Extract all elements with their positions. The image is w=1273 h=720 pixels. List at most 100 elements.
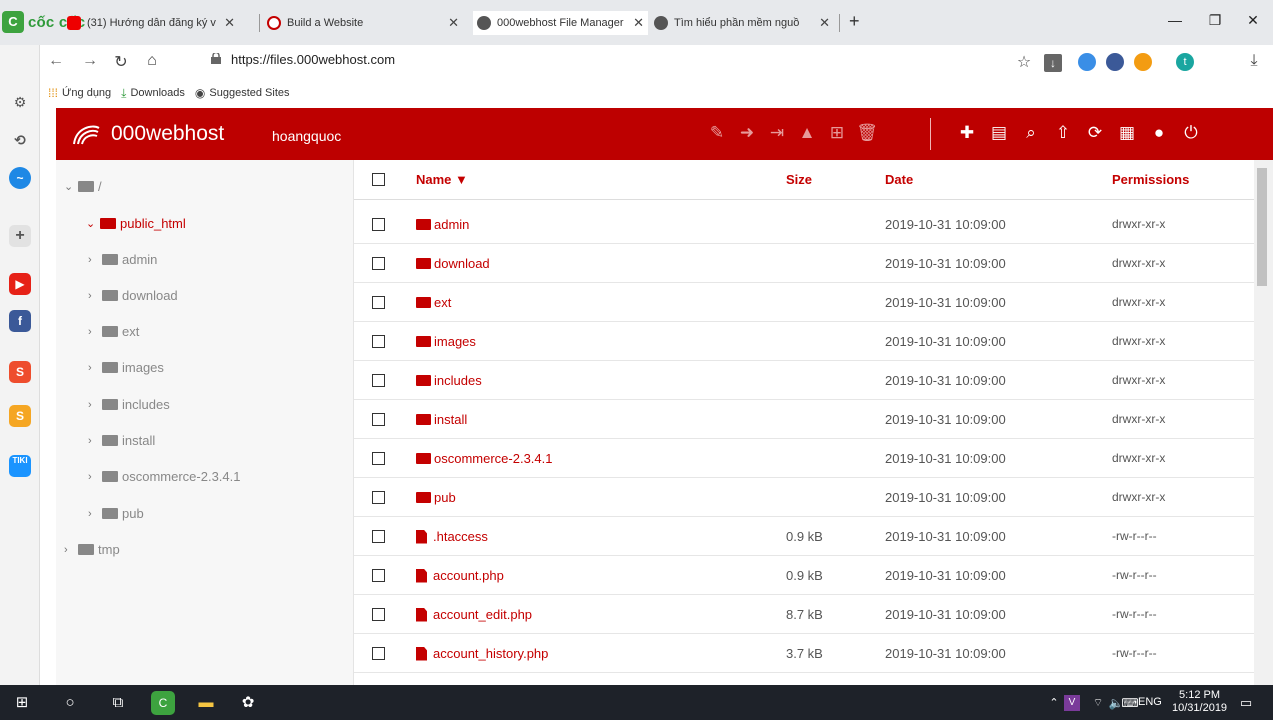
tab-build-website[interactable]: Build a Website ✕	[267, 11, 463, 35]
close-icon[interactable]: ✕	[444, 15, 463, 31]
globe-icon[interactable]: ●	[1148, 122, 1170, 144]
file-name[interactable]: pub	[416, 490, 456, 505]
file-name[interactable]: .htaccess	[416, 529, 488, 544]
file-name[interactable]: download	[416, 256, 490, 271]
table-row[interactable]: install 2019-10-31 10:09:00 drwxr-xr-x	[354, 400, 1254, 439]
tree-item-pub[interactable]: › pub	[88, 506, 144, 521]
tree-item-download[interactable]: › download	[88, 288, 178, 303]
table-row[interactable]: account_history.php 3.7 kB 2019-10-31 10:0…	[354, 634, 1254, 673]
new-file-icon[interactable]: ✚	[956, 122, 978, 144]
table-row[interactable]: pub 2019-10-31 10:09:00 drwxr-xr-x	[354, 478, 1254, 517]
tree-item-ext[interactable]: › ext	[88, 324, 139, 339]
column-size-header[interactable]: Size	[786, 172, 812, 187]
extension-icon[interactable]	[1134, 53, 1152, 71]
forward-icon[interactable]: →	[80, 52, 100, 70]
home-icon[interactable]: ⌂	[142, 52, 162, 70]
maximize-icon[interactable]: ❐	[1200, 12, 1230, 29]
file-name[interactable]: includes	[416, 373, 482, 388]
keyboard-icon[interactable]: ⌨	[1120, 693, 1140, 713]
new-folder-icon[interactable]: ▤	[988, 122, 1010, 144]
row-checkbox[interactable]	[372, 491, 385, 504]
windows-start-icon[interactable]: ⊞	[12, 693, 32, 713]
rename-icon[interactable]: ⇥	[766, 122, 788, 144]
file-name[interactable]: ext	[416, 295, 451, 310]
task-view-icon[interactable]: ⧉	[108, 693, 128, 713]
column-date-header[interactable]: Date	[885, 172, 913, 187]
row-checkbox[interactable]	[372, 218, 385, 231]
close-window-icon[interactable]: ✕	[1238, 12, 1268, 29]
tree-item-images[interactable]: › images	[88, 360, 164, 375]
close-icon[interactable]: ✕	[629, 15, 648, 31]
minimize-icon[interactable]: —	[1160, 12, 1190, 28]
table-row[interactable]: account.php 0.9 kB 2019-10-31 10:09:00 -rw-…	[354, 556, 1254, 595]
row-checkbox[interactable]	[372, 608, 385, 621]
table-row[interactable]: ext 2019-10-31 10:09:00 drwxr-xr-x	[354, 283, 1254, 322]
notifications-icon[interactable]: ▭	[1236, 693, 1256, 713]
url-input[interactable]: https://files.000webhost.com	[231, 52, 395, 67]
row-checkbox[interactable]	[372, 335, 385, 348]
extension-icon[interactable]	[1078, 53, 1096, 71]
table-row[interactable]: download 2019-10-31 10:09:00 drwxr-xr-x	[354, 244, 1254, 283]
file-name[interactable]: account.php	[416, 568, 504, 583]
edit-icon[interactable]: ✎	[706, 122, 728, 144]
tree-item-tmp[interactable]: › tmp	[64, 542, 120, 557]
tiki-icon[interactable]: TIKI	[9, 455, 31, 477]
file-name[interactable]: oscommerce-2.3.4.1	[416, 451, 553, 466]
tree-item-oscommerce[interactable]: › oscommerce-2.3.4.1	[88, 469, 241, 484]
back-icon[interactable]: ←	[46, 52, 66, 70]
column-permissions-header[interactable]: Permissions	[1112, 172, 1189, 187]
tree-item-admin[interactable]: › admin	[88, 252, 157, 267]
download-icon[interactable]: ↓	[1044, 54, 1062, 72]
bookmark-apps[interactable]: ⁞⁞⁞ Ứng dụng	[48, 86, 111, 100]
settings-gear-icon[interactable]: ⚙	[9, 91, 31, 113]
file-name[interactable]: install	[416, 412, 467, 427]
youtube-icon[interactable]: ▶	[9, 273, 31, 295]
tab-youtube[interactable]: (31) Hướng dẫn đăng ký v ✕	[67, 11, 239, 35]
row-checkbox[interactable]	[372, 374, 385, 387]
row-checkbox[interactable]	[372, 452, 385, 465]
tab-tim-hieu[interactable]: Tìm hiểu phần mềm nguồ ✕	[654, 11, 834, 35]
archive-icon[interactable]: ⊞	[826, 122, 848, 144]
reload-icon[interactable]: ↻	[111, 52, 131, 72]
file-name[interactable]: account_history.php	[416, 646, 548, 661]
tree-item-install[interactable]: › install	[88, 433, 155, 448]
new-tab-button[interactable]: +	[849, 11, 860, 32]
search-icon[interactable]: ⌕	[1020, 122, 1042, 144]
file-name[interactable]: account_edit.php	[416, 607, 532, 622]
search-circle-icon[interactable]: ○	[60, 693, 80, 713]
table-row[interactable]: admin 2019-10-31 10:09:00 drwxr-xr-x	[354, 205, 1254, 244]
extension-icon[interactable]	[1106, 53, 1124, 71]
scrollbar-thumb[interactable]	[1257, 168, 1267, 286]
bookmark-star-icon[interactable]: ☆	[1014, 52, 1034, 72]
history-icon[interactable]: ⟲	[9, 129, 31, 151]
clock[interactable]: 5:12 PM 10/31/2019	[1172, 689, 1227, 715]
trash-icon[interactable]: 🗑	[856, 122, 878, 144]
coccoc-taskbar-icon[interactable]: C	[151, 691, 175, 715]
row-checkbox[interactable]	[372, 296, 385, 309]
download-arrow-icon[interactable]: ⤓	[1244, 52, 1264, 70]
table-row[interactable]: includes 2019-10-31 10:09:00 drwxr-xr-x	[354, 361, 1254, 400]
language-indicator[interactable]: ENG	[1138, 696, 1162, 708]
tree-root[interactable]: ⌄ /	[64, 179, 102, 194]
lock-icon[interactable]: ▲	[796, 122, 818, 144]
refresh-icon[interactable]: ⟳	[1084, 122, 1106, 144]
table-row[interactable]: .htaccess 0.9 kB 2019-10-31 10:09:00 -rw-r-…	[354, 517, 1254, 556]
close-icon[interactable]: ✕	[815, 15, 834, 31]
table-row[interactable]: images 2019-10-31 10:09:00 drwxr-xr-x	[354, 322, 1254, 361]
messenger-icon[interactable]: ~	[9, 167, 31, 189]
tray-app-icon[interactable]: V	[1064, 695, 1080, 711]
row-checkbox[interactable]	[372, 647, 385, 660]
table-row[interactable]: account_edit.php 8.7 kB 2019-10-31 10:09:0…	[354, 595, 1254, 634]
bookmark-suggested[interactable]: ◉ Suggested Sites	[195, 86, 290, 100]
facebook-icon[interactable]: f	[9, 310, 31, 332]
tree-item-includes[interactable]: › includes	[88, 397, 170, 412]
row-checkbox[interactable]	[372, 530, 385, 543]
move-arrow-icon[interactable]: ➜	[736, 122, 758, 144]
file-name[interactable]: admin	[416, 217, 469, 232]
column-name-header[interactable]: Name ▼	[416, 172, 468, 187]
add-icon[interactable]: +	[9, 225, 31, 247]
row-checkbox[interactable]	[372, 413, 385, 426]
select-all-checkbox[interactable]	[372, 173, 385, 186]
upload-icon[interactable]: ⇧	[1052, 122, 1074, 144]
close-icon[interactable]: ✕	[220, 15, 239, 31]
